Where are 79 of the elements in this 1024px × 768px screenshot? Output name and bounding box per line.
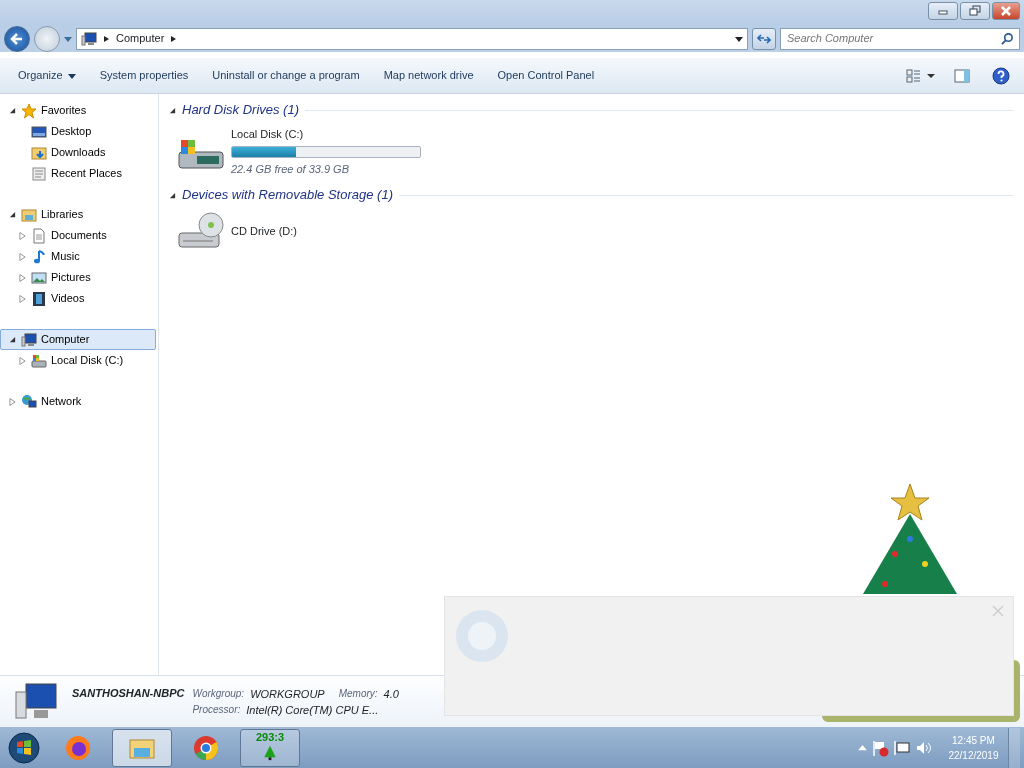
field-label: Processor: xyxy=(192,703,241,717)
breadcrumb[interactable]: Computer xyxy=(116,30,165,47)
browser-icon xyxy=(192,733,220,762)
desktop-icon xyxy=(31,123,47,140)
cd-drive-icon xyxy=(177,211,225,251)
computer-icon xyxy=(14,681,58,722)
free-space-text: 22.4 GB free of 33.9 GB xyxy=(231,161,350,177)
hard-drive-icon xyxy=(31,352,47,369)
collapse-arrow-icon[interactable] xyxy=(169,191,176,199)
collapse-arrow-icon[interactable] xyxy=(8,211,16,218)
network-icon[interactable] xyxy=(893,738,912,757)
nav-item[interactable]: Documents xyxy=(0,225,156,246)
close-button[interactable] xyxy=(992,2,1020,20)
view-options-icon[interactable] xyxy=(906,67,936,84)
computer-icon xyxy=(81,30,97,47)
field-value: Intel(R) Core(TM) CPU E... xyxy=(246,703,379,718)
refresh-button[interactable] xyxy=(752,27,776,50)
folder-icon xyxy=(31,144,47,161)
breadcrumb-arrow-icon[interactable] xyxy=(170,34,178,43)
collapse-arrow-icon[interactable] xyxy=(8,107,16,114)
toolbar-button[interactable]: Open Control Panel xyxy=(487,64,605,87)
nav-item[interactable]: Desktop xyxy=(0,121,156,142)
nav-item[interactable]: Computer xyxy=(0,329,156,350)
taskbar-button[interactable] xyxy=(112,728,172,767)
help-icon[interactable] xyxy=(992,66,1010,85)
music-note-icon xyxy=(31,248,47,265)
group-heading: Devices with Removable Storage (1) xyxy=(182,186,393,205)
field-label: Workgroup: xyxy=(192,686,245,701)
expand-arrow-icon[interactable] xyxy=(18,294,26,303)
nav-item[interactable]: Libraries xyxy=(0,204,156,225)
group-heading: Hard Disk Drives (1) xyxy=(182,101,299,120)
minimize-button[interactable] xyxy=(928,2,958,20)
toolbar-button[interactable]: Uninstall or change a program xyxy=(202,64,370,87)
organize-menu-button[interactable]: Organize xyxy=(8,64,86,87)
expand-arrow-icon[interactable] xyxy=(18,231,26,240)
star-icon xyxy=(21,102,37,119)
expand-arrow-icon[interactable] xyxy=(18,273,26,282)
dropdown-arrow-icon[interactable] xyxy=(67,71,76,80)
expand-arrow-icon[interactable] xyxy=(18,252,26,261)
nav-item[interactable]: Local Disk (C:) xyxy=(0,350,156,371)
document-icon xyxy=(31,227,47,244)
expand-arrow-icon[interactable] xyxy=(8,397,16,406)
dropdown-arrow-icon[interactable] xyxy=(735,34,743,43)
restore-icon[interactable] xyxy=(969,5,981,17)
picture-icon xyxy=(31,269,47,286)
toolbar-button[interactable]: System properties xyxy=(89,64,199,87)
search-field[interactable]: Search Computer xyxy=(780,27,1020,50)
network-icon xyxy=(21,393,37,410)
computer-icon xyxy=(21,331,37,348)
drive-name[interactable]: CD Drive (D:) xyxy=(231,222,297,240)
collapse-arrow-icon[interactable] xyxy=(169,106,176,114)
nav-item[interactable]: Videos xyxy=(0,288,156,309)
refresh-icon xyxy=(757,31,771,46)
search-icon[interactable] xyxy=(1001,31,1014,45)
field-value: 4.0 xyxy=(383,686,399,702)
show-hidden-icons-arrow[interactable] xyxy=(858,744,868,751)
toolbar-button[interactable]: Map network drive xyxy=(373,64,484,87)
breadcrumb-arrow-icon[interactable] xyxy=(103,34,110,43)
field-label: Memory: xyxy=(337,686,378,701)
nav-item[interactable]: Favorites xyxy=(0,100,156,121)
film-icon xyxy=(31,290,47,307)
nav-item[interactable]: Music xyxy=(0,246,156,267)
collapse-arrow-icon[interactable] xyxy=(8,336,16,343)
action-center-flag-icon[interactable] xyxy=(871,738,890,757)
expand-arrow-icon[interactable] xyxy=(18,356,26,365)
nav-item[interactable]: Network xyxy=(0,391,156,412)
restore-button[interactable] xyxy=(960,2,990,20)
drive-name[interactable]: Local Disk (C:) xyxy=(231,126,421,143)
nav-item[interactable]: Downloads xyxy=(0,142,156,163)
address-bar[interactable]: Computer xyxy=(76,27,748,50)
recent-places-icon xyxy=(31,165,47,182)
preview-pane-icon[interactable] xyxy=(954,67,970,84)
back-button[interactable] xyxy=(4,25,30,52)
library-icon xyxy=(21,206,37,223)
field-value: WORKGROUP xyxy=(250,686,325,702)
nav-item[interactable]: Recent Places xyxy=(0,163,156,184)
browser-icon xyxy=(64,733,92,762)
computer-name: SANTHOSHAN-NBPC xyxy=(72,685,185,701)
nav-item[interactable]: Pictures xyxy=(0,267,156,288)
